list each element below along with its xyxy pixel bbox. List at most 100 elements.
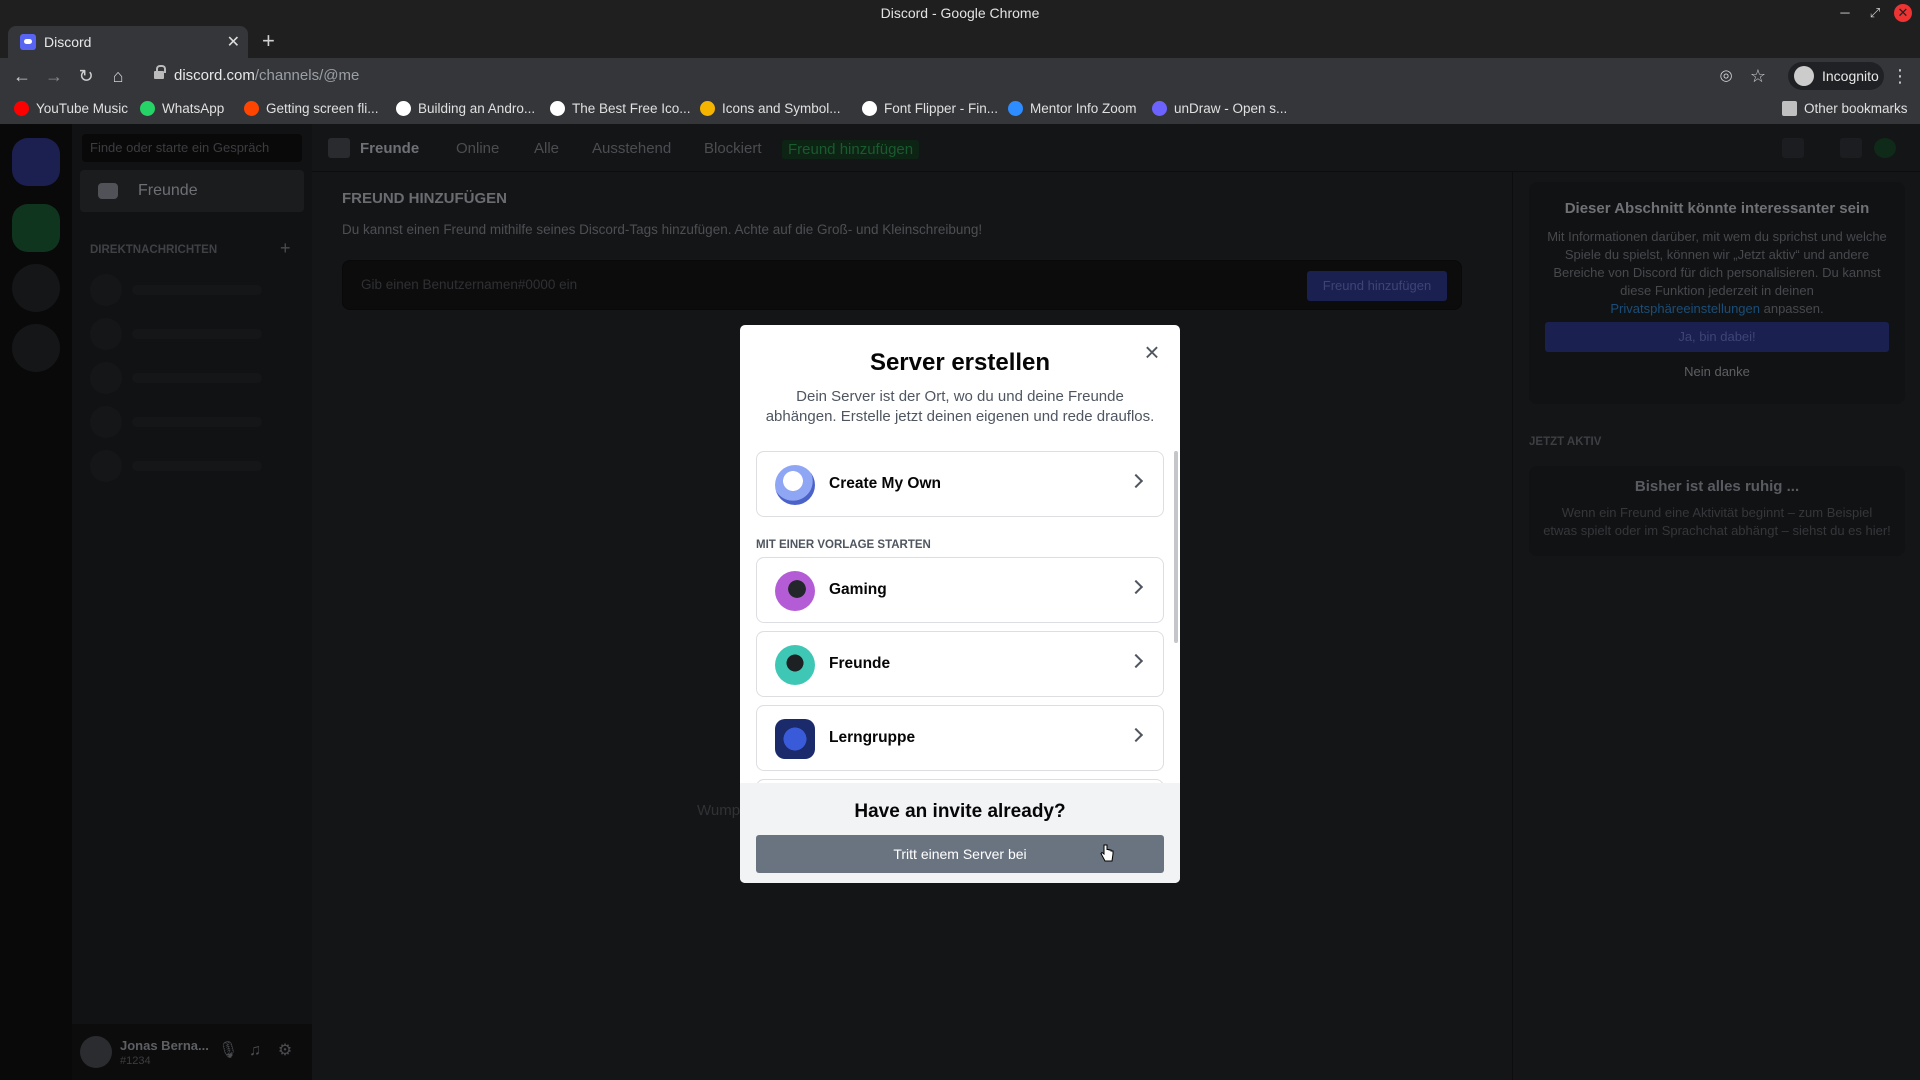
other-bookmarks-folder[interactable]: Other bookmarks: [1782, 101, 1908, 116]
tab-pending[interactable]: Ausstehend: [592, 140, 671, 157]
privacy-settings-link[interactable]: Privatsphäreeinstellungen: [1610, 301, 1760, 316]
reddit-icon: [244, 101, 259, 116]
active-now-panel: Dieser Abschnitt könnte interessanter se…: [1512, 172, 1920, 1080]
zoom-icon: [1008, 101, 1023, 116]
chevron-right-icon: [1128, 653, 1144, 669]
folder-icon: [1782, 101, 1797, 116]
window-titlebar: Discord - Google Chrome ─ ⤢ ✕: [0, 0, 1920, 26]
inbox-icon[interactable]: [1840, 138, 1862, 158]
dm-placeholder: [90, 274, 290, 306]
help-icon[interactable]: [1874, 138, 1896, 158]
reload-icon[interactable]: ↻: [74, 64, 98, 88]
scrollbar-thumb[interactable]: [1174, 451, 1178, 643]
back-icon[interactable]: ←: [10, 64, 34, 88]
bookmark-item[interactable]: unDraw - Open s...: [1152, 101, 1287, 116]
window-title: Discord - Google Chrome: [880, 5, 1040, 21]
download-apps-icon[interactable]: [12, 324, 60, 372]
send-friend-request-button[interactable]: Freund hinzufügen: [1307, 271, 1447, 301]
user-tag: #1234: [120, 1055, 151, 1067]
dm-placeholder: [90, 362, 290, 394]
server-list: [0, 124, 72, 1080]
modal-title: Server erstellen: [869, 349, 1051, 376]
personalize-card: Dieser Abschnitt könnte interessanter se…: [1529, 182, 1905, 404]
quiet-card: Bisher ist alles ruhig ... Wenn ein Freu…: [1529, 466, 1905, 556]
restore-icon[interactable]: ⤢: [1866, 4, 1884, 22]
address-bar[interactable]: discord.com/channels/@me: [140, 61, 1730, 91]
bookmark-label: Mentor Info Zoom: [1030, 101, 1137, 116]
bookmark-item[interactable]: WhatsApp: [140, 101, 224, 116]
youtube-music-icon: [14, 101, 29, 116]
option-label: Gaming: [829, 581, 887, 598]
add-friend-description: Du kannst einen Freund mithilfe seines D…: [342, 222, 983, 237]
eye-slash-icon[interactable]: ◎: [1714, 64, 1738, 88]
url-path: /channels/@me: [254, 67, 360, 84]
bookmark-item[interactable]: YouTube Music: [14, 101, 128, 116]
template-study-group-option[interactable]: Lerngruppe: [756, 705, 1164, 771]
server-options-list[interactable]: Create My Own MIT EINER VORLAGE STARTEN …: [740, 451, 1180, 783]
medium-icon: [396, 101, 411, 116]
bookmark-item[interactable]: Building an Andro...: [396, 101, 535, 116]
option-label: Create My Own: [829, 475, 941, 492]
add-friend-title: FREUND HINZUFÜGEN: [342, 190, 507, 207]
avatar[interactable]: [80, 1036, 112, 1068]
bookmark-label: Getting screen fli...: [266, 101, 379, 116]
explore-servers-icon[interactable]: [12, 264, 60, 312]
globe-icon: [775, 465, 815, 505]
template-section-header: MIT EINER VORLAGE STARTEN: [756, 539, 931, 551]
lock-icon[interactable]: [154, 65, 166, 81]
new-tab-icon[interactable]: +: [262, 28, 275, 54]
friends-template-icon: [775, 645, 815, 685]
friends-icon: [328, 138, 350, 158]
chevron-right-icon: [1128, 579, 1144, 595]
menu-kebab-icon[interactable]: ⋮: [1888, 64, 1912, 88]
icons-site-icon: [700, 101, 715, 116]
add-server-icon[interactable]: [12, 204, 60, 252]
headphones-icon[interactable]: ♫: [246, 1042, 264, 1060]
url-text[interactable]: discord.com/channels/@me: [174, 67, 359, 84]
browser-tab[interactable]: Discord ✕: [8, 26, 248, 58]
personalize-card-title: Dieser Abschnitt könnte interessanter se…: [1564, 200, 1870, 217]
bookmark-label: WhatsApp: [162, 101, 225, 116]
medium-icon: [550, 101, 565, 116]
incognito-label: Incognito: [1822, 68, 1879, 84]
user-panel: Jonas Berna... #1234 🎙 ♫ ⚙: [72, 1024, 312, 1080]
tab-add-friend[interactable]: Freund hinzufügen: [782, 140, 920, 159]
create-my-own-option[interactable]: Create My Own: [756, 451, 1164, 517]
discord-home-icon[interactable]: [12, 138, 60, 186]
dm-sidebar: Finde oder starte ein Gespräch Freunde D…: [72, 124, 312, 1080]
sidebar-item-friends[interactable]: Freunde: [80, 170, 304, 212]
personalize-text-body: Mit Informationen darüber, mit wem du sp…: [1547, 229, 1887, 298]
create-dm-icon[interactable]: +: [280, 238, 291, 259]
dm-search-input[interactable]: Finde oder starte ein Gespräch: [82, 134, 302, 162]
forward-icon[interactable]: →: [42, 64, 66, 88]
bookmark-item[interactable]: Font Flipper - Fin...: [862, 101, 998, 116]
microphone-icon[interactable]: 🎙: [218, 1042, 238, 1060]
bookmark-item[interactable]: Mentor Info Zoom: [1008, 101, 1137, 116]
tab-online[interactable]: Online: [456, 140, 499, 157]
accept-personalize-button[interactable]: Ja, bin dabei!: [1545, 322, 1889, 352]
tab-all[interactable]: Alle: [534, 140, 559, 157]
close-window-icon[interactable]: ✕: [1894, 4, 1912, 22]
discord-favicon-icon: [20, 34, 36, 50]
incognito-badge[interactable]: Incognito: [1788, 62, 1884, 90]
bookmark-item[interactable]: Icons and Symbol...: [700, 101, 841, 116]
bookmark-item[interactable]: The Best Free Ico...: [550, 101, 691, 116]
dm-placeholder: [90, 406, 290, 438]
tab-blocked[interactable]: Blockiert: [704, 140, 762, 157]
template-gaming-option[interactable]: Gaming: [756, 557, 1164, 623]
new-group-dm-icon[interactable]: [1782, 138, 1804, 158]
settings-gear-icon[interactable]: ⚙: [276, 1042, 294, 1060]
bookmark-item[interactable]: Getting screen fli...: [244, 101, 379, 116]
home-icon[interactable]: ⌂: [106, 64, 130, 88]
minimize-icon[interactable]: ─: [1836, 4, 1854, 22]
url-host: discord.com: [174, 67, 255, 84]
star-icon[interactable]: ☆: [1746, 64, 1770, 88]
decline-personalize-button[interactable]: Nein danke: [1529, 364, 1905, 379]
dm-placeholder: [90, 318, 290, 350]
chevron-right-icon: [1128, 473, 1144, 489]
tab-close-icon[interactable]: ✕: [227, 32, 240, 52]
add-friend-input[interactable]: Gib einen Benutzernamen#0000 ein Freund …: [342, 260, 1462, 310]
template-friends-option[interactable]: Freunde: [756, 631, 1164, 697]
dm-section-header: DIREKTNACHRICHTEN: [90, 244, 218, 256]
option-label: Freunde: [829, 655, 891, 672]
